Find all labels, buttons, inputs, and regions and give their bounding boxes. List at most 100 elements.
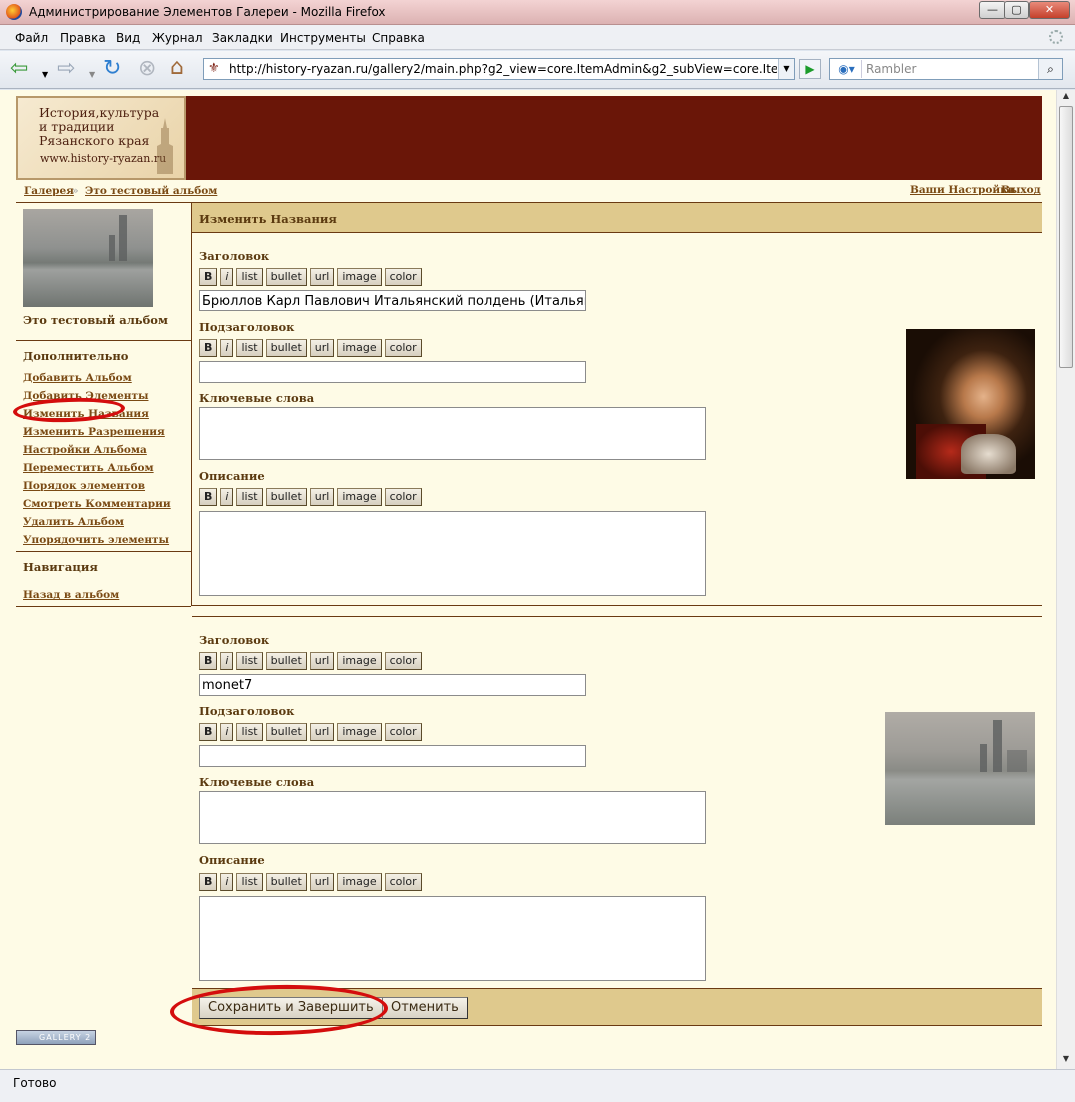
sidebar-item-item-order[interactable]: Порядок элементов xyxy=(23,480,145,492)
keywords-textarea[interactable] xyxy=(199,791,706,844)
go-button[interactable]: ▶ xyxy=(799,59,821,79)
scroll-down-icon[interactable]: ▼ xyxy=(1057,1054,1075,1068)
menu-view[interactable]: Вид xyxy=(116,31,140,45)
minimize-button[interactable]: — xyxy=(979,1,1006,19)
title-input[interactable]: Брюллов Карл Павлович Итальянский полден… xyxy=(199,290,586,311)
album-thumbnail[interactable] xyxy=(23,209,153,307)
bold-button[interactable]: B xyxy=(199,873,218,891)
list-button[interactable]: list xyxy=(236,723,263,741)
italic-button[interactable]: i xyxy=(220,873,234,891)
home-icon[interactable]: ⌂ xyxy=(170,57,184,79)
page-viewport: История,культура и традиции Рязанского к… xyxy=(0,90,1075,1069)
url-button[interactable]: url xyxy=(309,652,335,670)
image-button[interactable]: image xyxy=(337,873,382,891)
vertical-scrollbar[interactable]: ▲ ▼ xyxy=(1056,90,1075,1069)
menu-tools[interactable]: Инструменты xyxy=(280,31,366,45)
search-placeholder[interactable]: Rambler xyxy=(866,62,916,76)
logout-link[interactable]: Выход xyxy=(1001,184,1041,196)
sidebar-item-edit-permissions[interactable]: Изменить Разрешения xyxy=(23,426,165,438)
list-button[interactable]: list xyxy=(236,268,263,286)
keywords-textarea[interactable] xyxy=(199,407,706,460)
menu-help[interactable]: Справка xyxy=(372,31,425,45)
back-arrow-icon[interactable]: ⇦ xyxy=(10,58,28,80)
italic-button[interactable]: i xyxy=(220,723,234,741)
list-button[interactable]: list xyxy=(236,339,263,357)
forward-arrow-icon[interactable]: ⇨ xyxy=(57,58,75,80)
color-button[interactable]: color xyxy=(384,339,422,357)
italic-button[interactable]: i xyxy=(220,268,234,286)
close-button[interactable]: ✕ xyxy=(1029,1,1070,19)
bold-button[interactable]: B xyxy=(199,339,218,357)
search-icon[interactable]: ⌕ xyxy=(1038,59,1062,79)
list-button[interactable]: list xyxy=(236,873,263,891)
url-button[interactable]: url xyxy=(309,339,335,357)
scroll-up-icon[interactable]: ▲ xyxy=(1057,91,1075,105)
italic-button[interactable]: i xyxy=(220,488,234,506)
url-button[interactable]: url xyxy=(309,873,335,891)
image-button[interactable]: image xyxy=(337,723,382,741)
breadcrumb-album-link[interactable]: Это тестовый альбом xyxy=(85,185,217,197)
site-logo[interactable]: История,культура и традиции Рязанского к… xyxy=(16,96,186,180)
url-button[interactable]: url xyxy=(309,488,335,506)
item-thumbnail[interactable] xyxy=(906,329,1035,479)
item-thumbnail[interactable] xyxy=(885,712,1035,825)
summary-input[interactable] xyxy=(199,745,586,767)
your-settings-link[interactable]: Ваши Настройки xyxy=(910,184,1016,196)
sidebar-item-album-settings[interactable]: Настройки Альбома xyxy=(23,444,147,456)
summary-input[interactable] xyxy=(199,361,586,383)
list-button[interactable]: list xyxy=(236,652,263,670)
breadcrumb-gallery-link[interactable]: Галерея xyxy=(24,185,74,197)
description-textarea[interactable] xyxy=(199,896,706,981)
sidebar-item-move-album[interactable]: Переместить Альбом xyxy=(23,462,154,474)
bullet-button[interactable]: bullet xyxy=(265,268,307,286)
search-engine-icon[interactable]: ◉▾ xyxy=(832,60,862,78)
url-bar[interactable]: ⚜ http://history-ryazan.ru/gallery2/main… xyxy=(203,58,795,80)
maximize-button[interactable]: ▢ xyxy=(1004,1,1029,19)
image-button[interactable]: image xyxy=(337,488,382,506)
cancel-button[interactable]: Отменить xyxy=(382,997,468,1019)
color-button[interactable]: color xyxy=(384,488,422,506)
bullet-button[interactable]: bullet xyxy=(265,339,307,357)
bold-button[interactable]: B xyxy=(199,652,218,670)
image-button[interactable]: image xyxy=(337,652,382,670)
bullet-button[interactable]: bullet xyxy=(265,488,307,506)
bold-button[interactable]: B xyxy=(199,723,218,741)
color-button[interactable]: color xyxy=(384,873,422,891)
search-box[interactable]: ◉▾ Rambler ⌕ xyxy=(829,58,1063,80)
color-button[interactable]: color xyxy=(384,268,422,286)
image-button[interactable]: image xyxy=(337,268,382,286)
reload-icon[interactable]: ↻ xyxy=(103,58,121,80)
back-to-album-link[interactable]: Назад в альбом xyxy=(23,589,119,601)
forward-history-dropdown-icon[interactable]: ▼ xyxy=(89,64,95,86)
url-dropdown-icon[interactable]: ▼ xyxy=(778,59,794,79)
sidebar-item-add-album[interactable]: Добавить Альбом xyxy=(23,372,132,384)
description-textarea[interactable] xyxy=(199,511,706,596)
url-text[interactable]: http://history-ryazan.ru/gallery2/main.p… xyxy=(229,62,777,76)
image-button[interactable]: image xyxy=(337,339,382,357)
color-button[interactable]: color xyxy=(384,652,422,670)
menu-edit[interactable]: Правка xyxy=(60,31,106,45)
sidebar-item-sort-items[interactable]: Упорядочить элементы xyxy=(23,534,169,546)
title-input[interactable]: monet7 xyxy=(199,674,586,696)
menu-file[interactable]: Файл xyxy=(15,31,48,45)
menu-bookmarks[interactable]: Закладки xyxy=(212,31,273,45)
italic-button[interactable]: i xyxy=(220,339,234,357)
url-button[interactable]: url xyxy=(309,268,335,286)
gallery2-badge[interactable]: GALLERY 2 xyxy=(16,1030,96,1045)
list-button[interactable]: list xyxy=(236,488,263,506)
color-button[interactable]: color xyxy=(384,723,422,741)
url-button[interactable]: url xyxy=(309,723,335,741)
bold-button[interactable]: B xyxy=(199,488,218,506)
italic-button[interactable]: i xyxy=(220,652,234,670)
bullet-button[interactable]: bullet xyxy=(265,873,307,891)
stop-icon[interactable]: ⊗ xyxy=(138,58,156,80)
back-history-dropdown-icon[interactable]: ▼ xyxy=(42,64,48,86)
sidebar-item-view-comments[interactable]: Смотреть Комментарии xyxy=(23,498,171,510)
bullet-button[interactable]: bullet xyxy=(265,652,307,670)
bold-button[interactable]: B xyxy=(199,268,218,286)
sidebar-item-delete-album[interactable]: Удалить Альбом xyxy=(23,516,124,528)
scrollbar-thumb[interactable] xyxy=(1059,106,1073,368)
menu-history[interactable]: Журнал xyxy=(152,31,203,45)
status-bar: Готово xyxy=(0,1069,1075,1102)
bullet-button[interactable]: bullet xyxy=(265,723,307,741)
